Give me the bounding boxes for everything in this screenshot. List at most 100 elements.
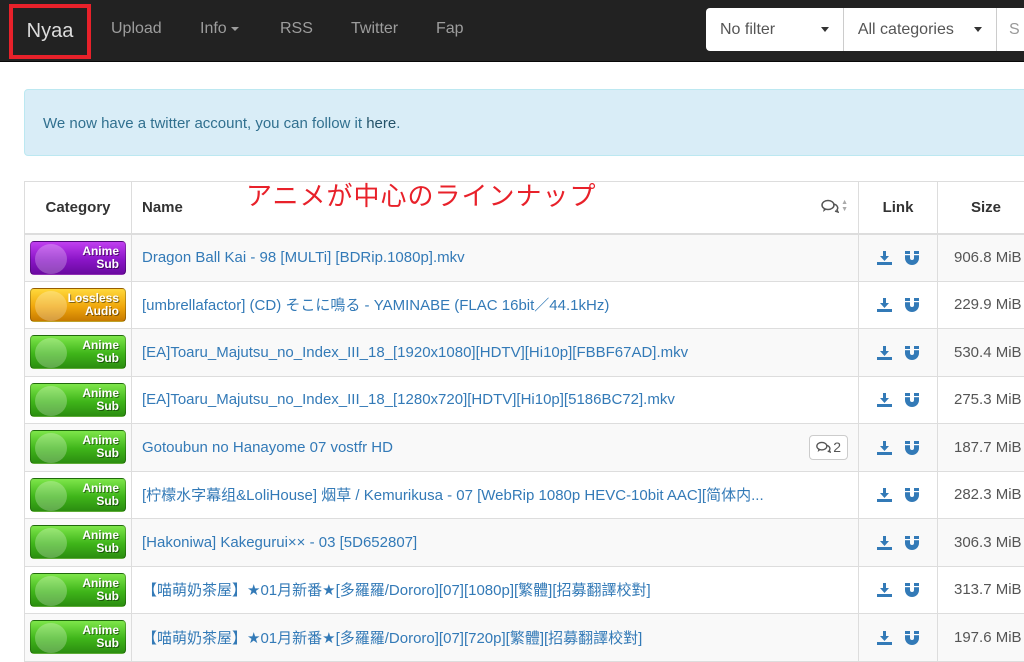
torrent-name-link[interactable]: 【喵萌奶茶屋】★01月新番★[多羅羅/Dororo][07][720p][繁體]… (142, 627, 642, 648)
category-cell: LosslessAudio (25, 281, 132, 329)
nav-twitter[interactable]: Twitter (351, 20, 398, 38)
torrent-table: Category Name アニメが中心のラインナップ ▲▼ Link Size… (24, 181, 1024, 662)
nav-rss[interactable]: RSS (280, 20, 313, 38)
category-select[interactable]: All categories (844, 8, 997, 51)
table-row: AnimeSub [EA]Toaru_Majutsu_no_Index_III_… (25, 376, 1024, 424)
size-cell: 906.8 MiB (938, 234, 1024, 282)
download-icon[interactable] (877, 251, 892, 265)
category-badge[interactable]: AnimeSub (30, 335, 126, 369)
annotation-text: アニメが中心のラインナップ (246, 176, 596, 213)
table-row: AnimeSub Gotoubun no Hanayome 07 vostfr … (25, 424, 1024, 472)
category-art (35, 576, 67, 606)
link-cell (859, 329, 938, 377)
category-label: AnimeSub (82, 339, 119, 365)
header-category[interactable]: Category (25, 182, 132, 234)
name-cell: 【喵萌奶茶屋】★01月新番★[多羅羅/Dororo][07][720p][繁體]… (132, 614, 859, 662)
comment-count: 2 (833, 439, 841, 455)
torrent-size: 187.7 MiB (954, 439, 1022, 456)
category-badge[interactable]: LosslessAudio (30, 288, 126, 322)
link-cell (859, 614, 938, 662)
download-icon[interactable] (877, 536, 892, 550)
magnet-icon[interactable] (905, 393, 919, 407)
name-cell: Dragon Ball Kai - 98 [MULTi] [BDRip.1080… (132, 234, 859, 282)
magnet-icon[interactable] (905, 631, 919, 645)
comments-sort-button[interactable]: ▲▼ (821, 199, 848, 213)
navbar: Nyaa Upload Info RSS Twitter Fap No filt… (0, 0, 1024, 62)
magnet-icon[interactable] (905, 298, 919, 312)
nav-fap[interactable]: Fap (436, 20, 464, 38)
torrent-size: 530.4 MiB (954, 344, 1022, 361)
category-label-line2: Sub (96, 589, 119, 603)
link-cell (859, 376, 938, 424)
name-cell: [柠檬水字幕组&LoliHouse] 烟草 / Kemurikusa - 07 … (132, 471, 859, 519)
name-cell: [umbrellafactor] (CD) そこに鳴る - YAMINABE (… (132, 281, 859, 329)
download-icon[interactable] (877, 488, 892, 502)
category-label: LosslessAudio (68, 292, 119, 318)
header-name[interactable]: Name アニメが中心のラインナップ ▲▼ (132, 182, 859, 234)
torrent-size: 313.7 MiB (954, 581, 1022, 598)
link-cell (859, 519, 938, 567)
torrent-name-link[interactable]: 【喵萌奶茶屋】★01月新番★[多羅羅/Dororo][07][1080p][繁體… (142, 579, 651, 600)
category-art (35, 338, 67, 368)
alert-twitter-link[interactable]: here (366, 115, 396, 132)
torrent-name-link[interactable]: [EA]Toaru_Majutsu_no_Index_III_18_[1920x… (142, 344, 688, 361)
torrent-size: 197.6 MiB (954, 629, 1022, 646)
category-art (35, 433, 67, 463)
torrent-name-link[interactable]: [umbrellafactor] (CD) そこに鳴る - YAMINABE (… (142, 294, 609, 315)
comment-count-badge[interactable]: 2 (809, 435, 848, 460)
magnet-icon[interactable] (905, 488, 919, 502)
download-icon[interactable] (877, 393, 892, 407)
caret-down-icon (821, 27, 829, 32)
alert-text-end: . (396, 115, 400, 132)
download-icon[interactable] (877, 441, 892, 455)
torrent-size: 906.8 MiB (954, 249, 1022, 266)
category-badge[interactable]: AnimeSub (30, 525, 126, 559)
category-label: AnimeSub (82, 482, 119, 508)
filter-select[interactable]: No filter (706, 8, 844, 51)
torrent-name-link[interactable]: [柠檬水字幕组&LoliHouse] 烟草 / Kemurikusa - 07 … (142, 484, 764, 505)
torrent-name-link[interactable]: Gotoubun no Hanayome 07 vostfr HD (142, 439, 393, 456)
size-cell: 306.3 MiB (938, 519, 1024, 567)
torrent-name-link[interactable]: [Hakoniwa] Kakegurui×× - 03 [5D652807] (142, 534, 417, 551)
category-art (35, 291, 67, 321)
magnet-icon[interactable] (905, 251, 919, 265)
category-label-line1: Anime (82, 623, 119, 637)
download-icon[interactable] (877, 298, 892, 312)
download-icon[interactable] (877, 631, 892, 645)
download-icon[interactable] (877, 346, 892, 360)
header-link: Link (859, 182, 938, 234)
search-filter-group: No filter All categories S (706, 8, 1024, 51)
category-label-line2: Sub (96, 399, 119, 413)
name-cell: [Hakoniwa] Kakegurui×× - 03 [5D652807] (132, 519, 859, 567)
link-cell (859, 424, 938, 472)
magnet-icon[interactable] (905, 346, 919, 360)
category-badge[interactable]: AnimeSub (30, 478, 126, 512)
torrent-name-link[interactable]: [EA]Toaru_Majutsu_no_Index_III_18_[1280x… (142, 391, 675, 408)
brand-logo-link[interactable]: Nyaa (9, 4, 91, 59)
category-label-line2: Sub (96, 351, 119, 365)
torrent-name-link[interactable]: Dragon Ball Kai - 98 [MULTi] [BDRip.1080… (142, 249, 465, 266)
download-icon[interactable] (877, 583, 892, 597)
nav-info-dropdown[interactable]: Info (200, 20, 239, 38)
table-row: AnimeSub [EA]Toaru_Majutsu_no_Index_III_… (25, 329, 1024, 377)
category-label-line1: Anime (82, 386, 119, 400)
category-badge[interactable]: AnimeSub (30, 620, 126, 654)
category-badge[interactable]: AnimeSub (30, 241, 126, 275)
link-cell (859, 471, 938, 519)
category-label-line2: Sub (96, 446, 119, 460)
torrent-size: 306.3 MiB (954, 534, 1022, 551)
sort-icon: ▲▼ (841, 199, 848, 213)
torrent-size: 275.3 MiB (954, 391, 1022, 408)
category-badge[interactable]: AnimeSub (30, 383, 126, 417)
category-art (35, 481, 67, 511)
table-row: LosslessAudio [umbrellafactor] (CD) そこに鳴… (25, 281, 1024, 329)
magnet-icon[interactable] (905, 583, 919, 597)
magnet-icon[interactable] (905, 536, 919, 550)
magnet-icon[interactable] (905, 441, 919, 455)
category-badge[interactable]: AnimeSub (30, 430, 126, 464)
search-input[interactable]: S (997, 8, 1024, 51)
category-art (35, 386, 67, 416)
category-badge[interactable]: AnimeSub (30, 573, 126, 607)
nav-upload[interactable]: Upload (111, 20, 162, 38)
header-size[interactable]: Size (938, 182, 1024, 234)
